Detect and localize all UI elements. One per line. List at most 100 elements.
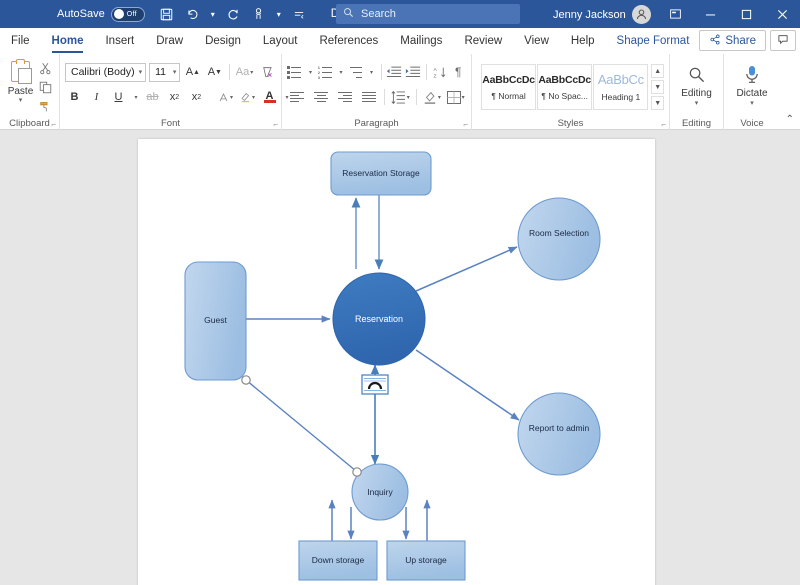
scroll-down-icon[interactable]: ▼ — [651, 80, 664, 94]
styles-dialog-launcher[interactable]: ⌐ — [661, 120, 666, 129]
tab-view[interactable]: View — [513, 28, 560, 54]
maximize-icon[interactable] — [728, 0, 764, 28]
numbered-list-icon[interactable]: 123 — [318, 63, 334, 82]
close-icon[interactable] — [764, 0, 800, 28]
style-no-spacing[interactable]: AaBbCcDc ¶ No Spac... — [537, 64, 593, 110]
tab-help[interactable]: Help — [560, 28, 606, 54]
share-button[interactable]: Share — [699, 30, 766, 51]
subscript-button[interactable]: x2 — [165, 88, 184, 107]
more-styles-icon[interactable]: ▼ — [651, 96, 664, 110]
style-normal[interactable]: AaBbCcDc ¶ Normal — [481, 64, 537, 110]
customize-quick-access-icon[interactable] — [287, 3, 311, 25]
line-spacing-icon[interactable]: ▾ — [390, 88, 411, 107]
format-painter-icon[interactable] — [36, 98, 54, 114]
redo-icon[interactable] — [221, 3, 245, 25]
underline-dropdown-icon[interactable]: ▾ — [131, 88, 140, 107]
data-flow-diagram — [184, 151, 601, 581]
clear-formatting-icon[interactable] — [257, 63, 276, 82]
underline-button[interactable]: U — [109, 88, 128, 107]
connection-handle-inquiry[interactable] — [352, 467, 362, 477]
undo-dropdown-icon[interactable]: ▾ — [207, 3, 219, 25]
dictate-button[interactable]: Dictate ▾ — [729, 57, 775, 107]
node-reservation-storage[interactable] — [330, 151, 432, 196]
text-effects-icon[interactable]: ▾ — [216, 88, 235, 107]
grow-font-icon[interactable]: A ▲ — [183, 63, 202, 82]
touch-mode-dropdown-icon[interactable]: ▾ — [273, 3, 285, 25]
italic-button[interactable]: I — [87, 88, 106, 107]
connection-handle-guest[interactable] — [241, 375, 251, 385]
increase-indent-icon[interactable] — [405, 63, 421, 82]
shading-icon[interactable]: ▾ — [422, 88, 443, 107]
sort-icon[interactable]: AZ — [432, 63, 448, 82]
font-size-combo[interactable]: 11 ▾ — [149, 62, 181, 82]
shrink-font-icon[interactable]: A ▼ — [205, 63, 224, 82]
tab-review[interactable]: Review — [453, 28, 513, 54]
strikethrough-button[interactable]: ab — [143, 88, 162, 107]
tab-design[interactable]: Design — [194, 28, 252, 54]
dictate-dropdown-icon[interactable]: ▾ — [750, 99, 754, 107]
text-highlight-icon[interactable]: ▾ — [238, 88, 257, 107]
tab-layout[interactable]: Layout — [252, 28, 309, 54]
node-down-storage[interactable] — [298, 540, 378, 581]
document-page[interactable]: Reservation Storage Room Selection Guest… — [138, 139, 655, 585]
group-label-voice: Voice — [740, 118, 764, 129]
node-up-storage[interactable] — [386, 540, 466, 581]
align-center-icon[interactable] — [311, 88, 332, 107]
tab-file[interactable]: File — [0, 28, 41, 54]
align-left-icon[interactable] — [287, 88, 308, 107]
collapse-ribbon-icon[interactable]: ⌃ — [786, 114, 794, 125]
change-case-icon[interactable]: Aa ▾ — [235, 63, 254, 82]
touch-mode-icon[interactable] — [247, 3, 271, 25]
decrease-indent-icon[interactable] — [386, 63, 402, 82]
paragraph-dialog-launcher[interactable]: ⌐ — [463, 120, 468, 129]
font-color-icon[interactable]: A — [260, 88, 279, 107]
paste-dropdown-icon[interactable]: ▾ — [19, 97, 23, 104]
editing-dropdown-icon[interactable]: ▾ — [695, 99, 699, 107]
svg-text:Z: Z — [433, 73, 436, 79]
font-dialog-launcher[interactable]: ⌐ — [273, 120, 278, 129]
node-report-to-admin[interactable] — [517, 392, 601, 476]
font-name-combo[interactable]: Calibri (Body) ▾ — [65, 62, 147, 82]
align-right-icon[interactable] — [334, 88, 355, 107]
numbering-dropdown-icon[interactable]: ▾ — [336, 63, 345, 82]
paste-label: Paste — [7, 86, 34, 97]
node-reservation[interactable] — [332, 272, 426, 366]
clipboard-dialog-launcher[interactable]: ⌐ — [51, 120, 56, 129]
undo-icon[interactable] — [181, 3, 205, 25]
paste-button[interactable]: Paste ▾ — [5, 57, 36, 104]
bold-button[interactable]: B — [65, 88, 84, 107]
editing-button[interactable]: Editing ▾ — [675, 57, 718, 107]
tab-home[interactable]: Home — [41, 28, 95, 54]
superscript-button[interactable]: x2 — [187, 88, 206, 107]
style-preview: AaBbCc — [597, 72, 644, 87]
scroll-up-icon[interactable]: ▲ — [651, 64, 664, 78]
account-info[interactable]: Jenny Jackson — [553, 5, 651, 24]
tab-references[interactable]: References — [308, 28, 389, 54]
node-guest[interactable] — [184, 261, 247, 381]
comment-button[interactable] — [770, 30, 796, 51]
bullet-list-icon[interactable] — [287, 63, 303, 82]
tab-mailings[interactable]: Mailings — [389, 28, 453, 54]
copy-icon[interactable] — [36, 79, 54, 95]
scissors-icon[interactable] — [36, 60, 54, 76]
justify-icon[interactable] — [358, 88, 379, 107]
borders-icon[interactable]: ▾ — [445, 88, 466, 107]
drawing-canvas[interactable]: Reservation Storage Room Selection Guest… — [138, 139, 655, 585]
save-icon[interactable] — [155, 3, 179, 25]
tab-shape-format[interactable]: Shape Format — [606, 28, 701, 54]
tab-draw[interactable]: Draw — [145, 28, 194, 54]
multilevel-list-icon[interactable] — [348, 63, 364, 82]
title-bar: AutoSave Off ▾ ▾ Document1 - W... Search… — [0, 0, 800, 28]
ribbon-display-options-icon[interactable] — [658, 0, 692, 28]
bullets-dropdown-icon[interactable]: ▾ — [306, 63, 315, 82]
node-room-selection[interactable] — [517, 197, 601, 281]
multilevel-dropdown-icon[interactable]: ▾ — [367, 63, 376, 82]
search-input[interactable]: Search — [336, 4, 520, 24]
user-avatar-icon[interactable] — [631, 5, 651, 24]
selected-connector-shape[interactable] — [361, 374, 389, 395]
style-heading-1[interactable]: AaBbCc Heading 1 — [593, 64, 649, 110]
autosave-toggle[interactable]: Off — [110, 6, 145, 22]
minimize-icon[interactable] — [692, 0, 728, 28]
tab-insert[interactable]: Insert — [94, 28, 145, 54]
paragraph-marks-icon[interactable]: ¶ — [450, 63, 466, 82]
